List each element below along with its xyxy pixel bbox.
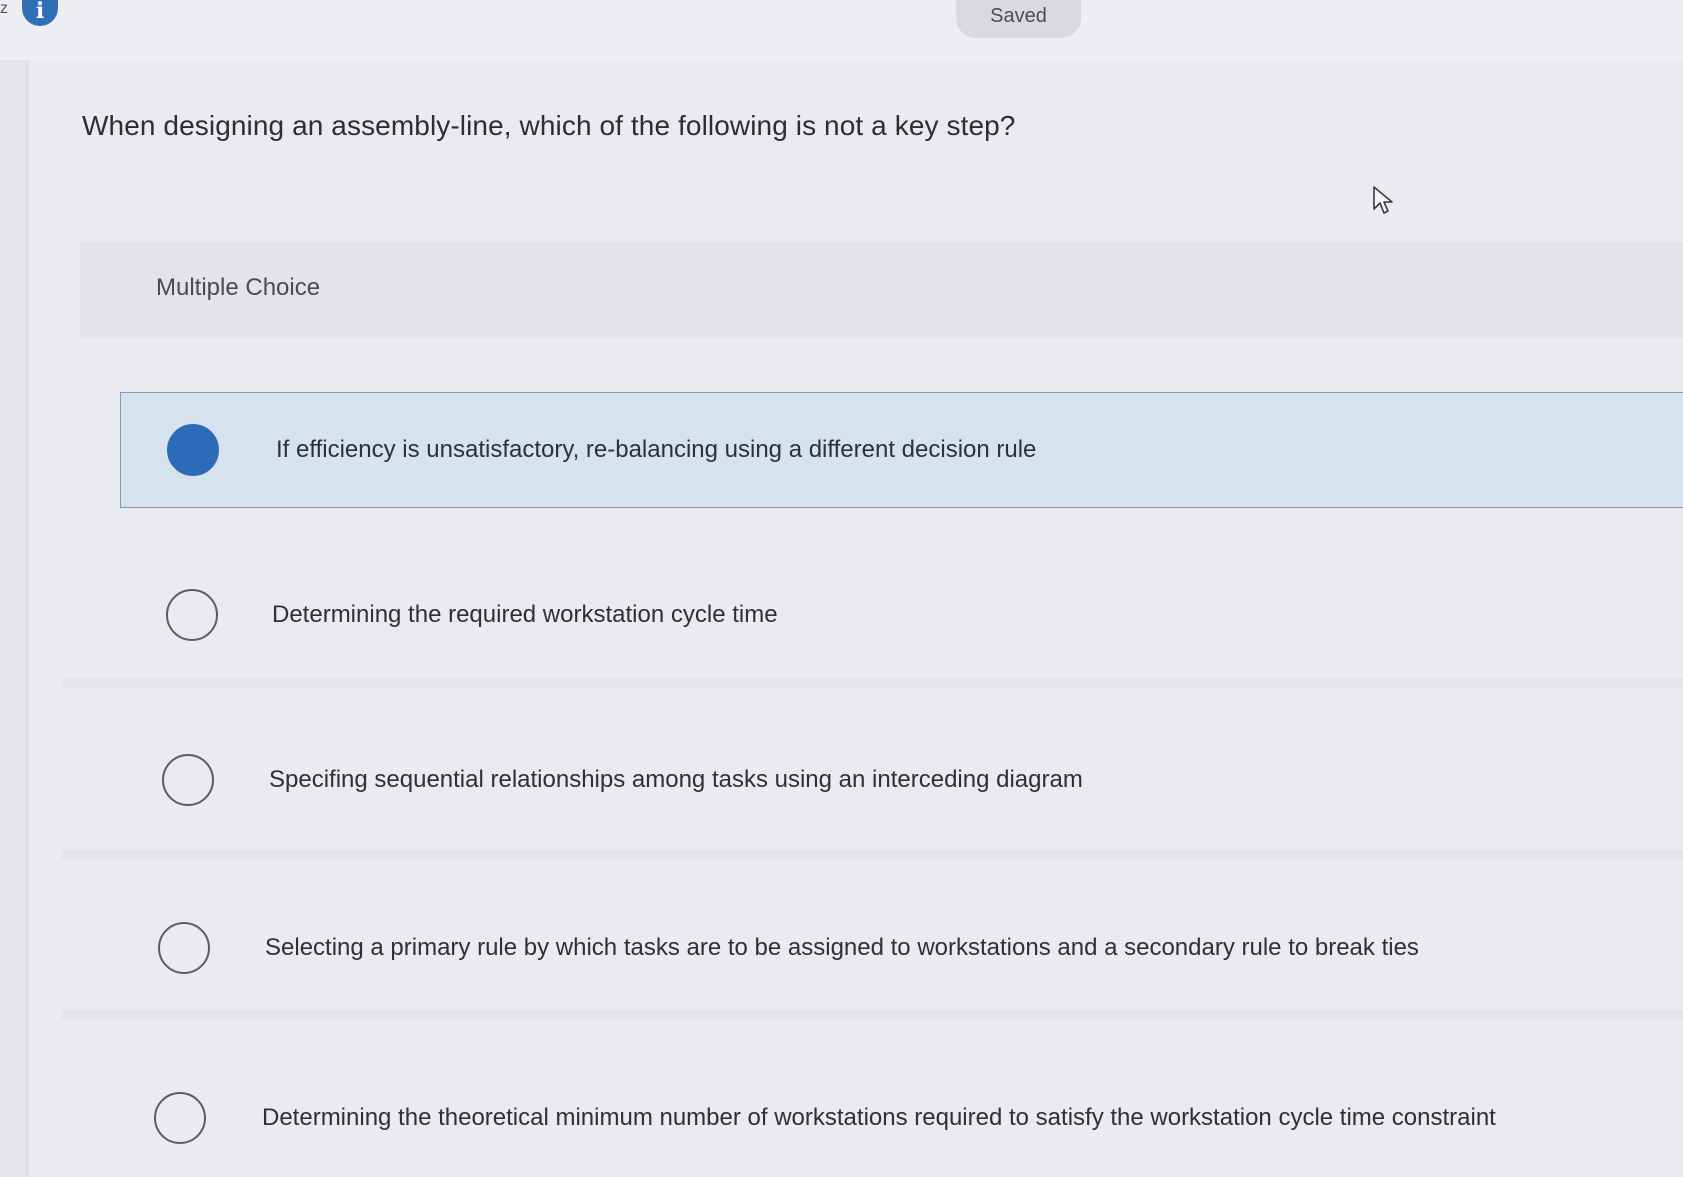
answer-option-label: If efficiency is unsatisfactory, re-bala… — [276, 436, 1037, 463]
answer-option-label: Specifing sequential relationships among… — [269, 766, 1083, 793]
left-rail — [0, 60, 28, 1177]
radio-icon[interactable] — [158, 922, 210, 974]
radio-icon[interactable] — [162, 754, 214, 806]
row-divider — [62, 850, 1683, 860]
answer-option-2[interactable]: Determining the required workstation cyc… — [120, 557, 1683, 673]
row-divider — [62, 1010, 1683, 1020]
quiz-page: z i Saved When designing an assembly-lin… — [0, 0, 1683, 1177]
radio-icon[interactable] — [166, 589, 218, 641]
pointer-cursor-icon — [1373, 186, 1393, 214]
answer-option-label: Determining the theoretical minimum numb… — [262, 1104, 1496, 1131]
answer-option-1[interactable]: If efficiency is unsatisfactory, re-bala… — [120, 392, 1683, 508]
multiple-choice-header: Multiple Choice — [80, 242, 1683, 337]
radio-selected-icon[interactable] — [167, 424, 219, 476]
answer-option-label: Determining the required workstation cyc… — [272, 601, 778, 628]
top-bar: z i Saved — [0, 0, 1683, 60]
row-divider — [62, 678, 1683, 688]
question-text: When designing an assembly-line, which o… — [82, 110, 1016, 141]
answer-option-4[interactable]: Selecting a primary rule by which tasks … — [120, 890, 1683, 1006]
answer-option-3[interactable]: Specifing sequential relationships among… — [120, 722, 1683, 838]
info-icon[interactable]: i — [22, 0, 58, 26]
answer-option-label: Selecting a primary rule by which tasks … — [265, 934, 1419, 961]
saved-status-badge: Saved — [956, 0, 1081, 38]
radio-icon[interactable] — [154, 1092, 206, 1144]
edge-text: z — [0, 0, 8, 17]
answer-option-5[interactable]: Determining the theoretical minimum numb… — [120, 1060, 1683, 1176]
multiple-choice-label: Multiple Choice — [156, 274, 321, 301]
